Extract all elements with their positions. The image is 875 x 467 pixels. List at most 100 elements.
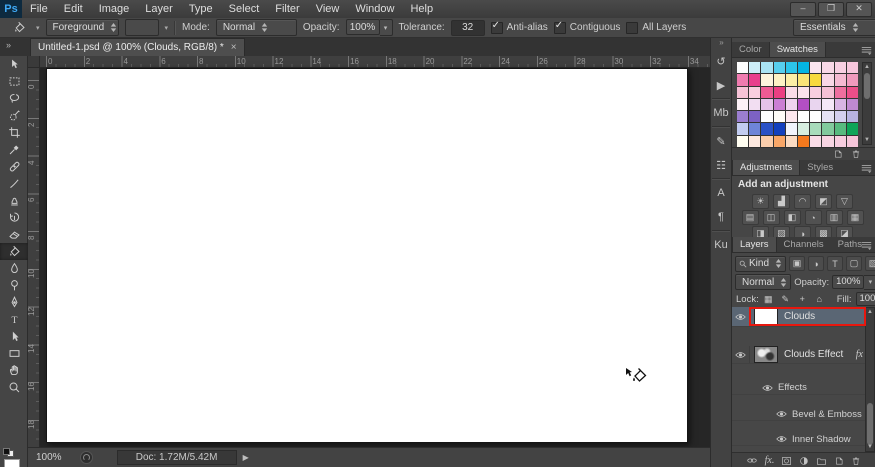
- channel-mixer-icon[interactable]: ▥: [825, 210, 843, 225]
- color-swatch[interactable]: [810, 111, 822, 123]
- color-swatch[interactable]: [749, 86, 761, 98]
- layers-tab-channels[interactable]: Channels: [777, 237, 831, 252]
- color-swatch[interactable]: [749, 111, 761, 123]
- pixel-layers-filter-icon[interactable]: ▣: [789, 256, 806, 271]
- color-swatch[interactable]: [797, 86, 810, 98]
- tool-hand[interactable]: [0, 362, 28, 379]
- lock-pixels-icon[interactable]: ✎: [780, 294, 791, 305]
- swatches-tab-color[interactable]: Color: [732, 42, 769, 57]
- color-swatch[interactable]: [737, 62, 749, 74]
- visibility-eye-icon[interactable]: [732, 346, 750, 363]
- color-swatch[interactable]: [737, 86, 749, 98]
- color-swatch[interactable]: [797, 123, 810, 135]
- tool-paint-bucket[interactable]: [0, 243, 28, 260]
- color-swatch[interactable]: [773, 62, 785, 74]
- layers-row-bevel-emboss[interactable]: Bevel & Emboss: [732, 408, 875, 421]
- menu-file[interactable]: File: [22, 0, 56, 18]
- color-swatch[interactable]: [834, 135, 846, 148]
- color-swatch[interactable]: [761, 111, 773, 123]
- dock-collapse-icon[interactable]: »: [711, 38, 731, 48]
- color-swatch[interactable]: [797, 74, 810, 86]
- effects-header-label[interactable]: Effects: [778, 382, 807, 393]
- color-swatch[interactable]: [785, 135, 797, 148]
- color-swatch[interactable]: [737, 135, 749, 148]
- restore-button[interactable]: ❐: [818, 1, 844, 17]
- color-lookup-icon[interactable]: ▦: [846, 210, 864, 225]
- menu-image[interactable]: Image: [91, 0, 138, 18]
- adjustment-layers-filter-icon[interactable]: ◑: [808, 256, 825, 271]
- shape-layers-filter-icon[interactable]: ▢: [846, 256, 863, 271]
- menu-window[interactable]: Window: [347, 0, 402, 18]
- color-swatch[interactable]: [773, 98, 785, 111]
- exposure-icon[interactable]: ◩: [815, 194, 832, 209]
- threshold-icon[interactable]: ◑: [794, 226, 811, 237]
- tool-preset-arrow-icon[interactable]: ▾: [36, 24, 40, 32]
- status-options-arrow-icon[interactable]: ▶: [243, 453, 249, 462]
- close-button[interactable]: ✕: [846, 1, 872, 17]
- tool-crop[interactable]: [0, 124, 28, 141]
- menu-filter[interactable]: Filter: [267, 0, 307, 18]
- link-icon[interactable]: [746, 456, 758, 465]
- layer-thumbnail[interactable]: [754, 346, 778, 363]
- mode-select[interactable]: Normal: [215, 19, 297, 36]
- type-layers-filter-icon[interactable]: T: [827, 256, 844, 271]
- paragraph-icon[interactable]: ¶: [711, 206, 731, 228]
- canvas[interactable]: [46, 68, 688, 443]
- color-swatch[interactable]: [785, 111, 797, 123]
- curves-icon[interactable]: ◠: [794, 194, 811, 209]
- layer-style-icon[interactable]: fx.: [765, 455, 775, 466]
- color-swatch[interactable]: [785, 123, 797, 135]
- color-swatch[interactable]: [737, 98, 749, 111]
- hue-saturation-icon[interactable]: ▤: [741, 210, 759, 225]
- pattern-arrow-icon[interactable]: ▾: [165, 24, 169, 32]
- delete-icon[interactable]: [851, 149, 861, 159]
- layers-opacity-value[interactable]: 100%: [832, 274, 865, 289]
- color-swatch[interactable]: [846, 86, 858, 98]
- color-swatch[interactable]: [822, 62, 834, 74]
- tool-zoom[interactable]: [0, 379, 28, 396]
- visibility-eye-icon[interactable]: [776, 435, 787, 443]
- minimize-button[interactable]: –: [790, 1, 816, 17]
- color-swatch[interactable]: [797, 111, 810, 123]
- tool-healing-brush[interactable]: [0, 158, 28, 175]
- layers-row-clouds-effect[interactable]: Clouds Effect fx: [732, 346, 875, 364]
- fill-source-select[interactable]: Foreground: [45, 19, 119, 36]
- zoom-level[interactable]: 100%: [36, 452, 62, 463]
- actions-icon[interactable]: ▶: [711, 74, 731, 96]
- layers-row-inner-shadow[interactable]: Inner Shadow: [732, 433, 875, 446]
- brush-presets-icon[interactable]: ☷: [711, 154, 731, 176]
- menu-help[interactable]: Help: [402, 0, 441, 18]
- color-swatch[interactable]: [822, 98, 834, 111]
- delete-icon[interactable]: [851, 456, 861, 466]
- all-layers-checkbox[interactable]: All Layers: [626, 21, 686, 34]
- color-swatch[interactable]: [810, 135, 822, 148]
- color-swatch[interactable]: [785, 98, 797, 111]
- panel-menu-icon[interactable]: [861, 164, 872, 176]
- tool-shape[interactable]: [0, 345, 28, 362]
- color-swatch[interactable]: [810, 98, 822, 111]
- tolerance-input[interactable]: 32: [450, 19, 485, 36]
- color-swatch[interactable]: [822, 123, 834, 135]
- color-swatch[interactable]: [761, 123, 773, 135]
- tool-pen[interactable]: [0, 294, 28, 311]
- opacity-dropdown-icon[interactable]: ▾: [379, 19, 393, 36]
- visibility-eye-icon[interactable]: [732, 307, 750, 326]
- paint-bucket-tool-icon[interactable]: [8, 19, 30, 36]
- document-tab[interactable]: Untitled-1.psd @ 100% (Clouds, RGB/8) * …: [30, 38, 245, 56]
- color-swatch[interactable]: [822, 135, 834, 148]
- new-swatch-icon[interactable]: [833, 149, 843, 159]
- layers-scrollbar[interactable]: ▲ ▼: [865, 307, 875, 452]
- color-swatch[interactable]: [810, 74, 822, 86]
- tool-clone-stamp[interactable]: [0, 192, 28, 209]
- color-swatch[interactable]: [810, 62, 822, 74]
- menu-view[interactable]: View: [308, 0, 348, 18]
- tool-move[interactable]: [0, 56, 28, 73]
- new-layer-icon[interactable]: [834, 456, 844, 466]
- character-icon[interactable]: A: [711, 182, 731, 204]
- color-swatch[interactable]: [785, 62, 797, 74]
- color-swatch[interactable]: [749, 98, 761, 111]
- color-swatch[interactable]: [749, 135, 761, 148]
- tool-quick-selection[interactable]: [0, 107, 28, 124]
- lock-all-icon[interactable]: ⌂: [814, 294, 825, 305]
- layer-name[interactable]: Clouds Effect: [784, 349, 843, 360]
